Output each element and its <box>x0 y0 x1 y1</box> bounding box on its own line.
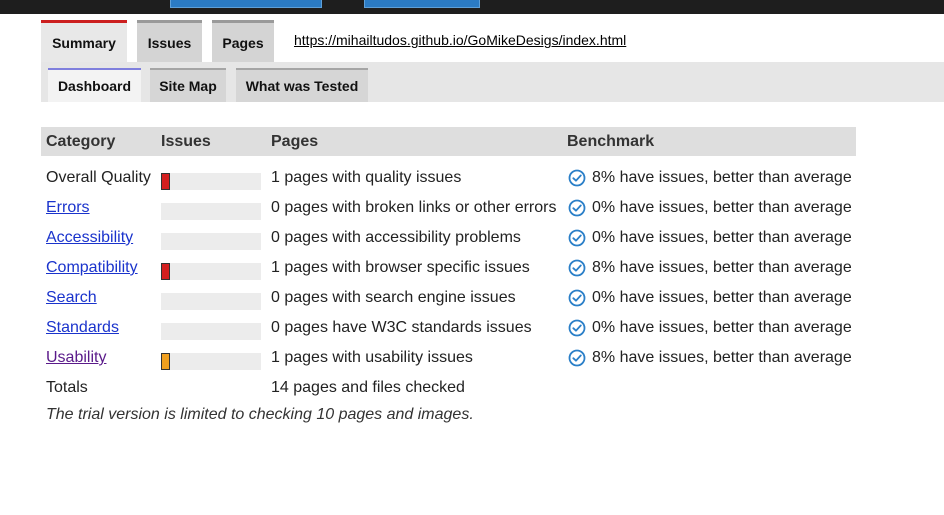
pages-summary: 1 pages with quality issues <box>271 169 462 186</box>
totals-pages: 14 pages and files checked <box>271 379 465 396</box>
header-pages: Pages <box>271 133 319 150</box>
issues-bar-fill <box>161 173 170 190</box>
pages-summary: 0 pages with broken links or other error… <box>271 199 557 216</box>
benchmark-cell: 0% have issues, better than average <box>568 319 852 337</box>
summary-table: Category Issues Pages Benchmark Overall … <box>41 127 856 436</box>
tab-site-map[interactable]: Site Map <box>150 68 226 102</box>
benchmark-cell: 8% have issues, better than average <box>568 169 852 187</box>
table-header: Category Issues Pages Benchmark <box>41 127 856 156</box>
trial-note: The trial version is limited to checking… <box>46 406 474 423</box>
table-row: Compatibility 1 pages with browser specif… <box>41 256 856 286</box>
category-link[interactable]: Errors <box>46 199 90 217</box>
issues-bar <box>161 233 261 250</box>
benchmark-text: 0% have issues, better than average <box>592 289 852 306</box>
pages-summary: 0 pages with accessibility problems <box>271 229 521 246</box>
benchmark-text: 0% have issues, better than average <box>592 319 852 336</box>
check-circle-icon <box>568 229 586 247</box>
toolbar-button-stub[interactable] <box>364 0 480 8</box>
check-circle-icon <box>568 319 586 337</box>
issues-bar-fill <box>161 263 170 280</box>
check-circle-icon <box>568 169 586 187</box>
table-row: Overall Quality 1 pages with quality issu… <box>41 166 856 196</box>
header-benchmark: Benchmark <box>567 133 655 150</box>
tab-summary[interactable]: Summary <box>41 20 127 62</box>
table-row: Accessibility 0 pages with accessibility … <box>41 226 856 256</box>
check-circle-icon <box>568 349 586 367</box>
header-category: Category <box>46 133 116 150</box>
benchmark-text: 8% have issues, better than average <box>592 349 852 366</box>
table-row: Errors 0 pages with broken links or other… <box>41 196 856 226</box>
category-link[interactable]: Compatibility <box>46 259 138 277</box>
header-issues: Issues <box>161 133 211 150</box>
pages-summary: 0 pages have W3C standards issues <box>271 319 532 336</box>
benchmark-text: 8% have issues, better than average <box>592 169 852 186</box>
issues-bar <box>161 263 261 280</box>
issues-bar <box>161 173 261 190</box>
category-link[interactable]: Standards <box>46 319 119 337</box>
category-link[interactable]: Accessibility <box>46 229 133 247</box>
issues-bar-fill <box>161 353 170 370</box>
issues-bar <box>161 353 261 370</box>
tab-dashboard[interactable]: Dashboard <box>48 68 141 102</box>
table-row: Usability 1 pages with usability issues 8%… <box>41 346 856 376</box>
pages-summary: 0 pages with search engine issues <box>271 289 516 306</box>
category-link[interactable]: Usability <box>46 349 106 367</box>
category-link[interactable]: Search <box>46 289 97 307</box>
table-row: Search 0 pages with search engine issues 0… <box>41 286 856 316</box>
toolbar-button-stub[interactable] <box>170 0 322 8</box>
top-toolbar <box>0 0 944 14</box>
benchmark-text: 8% have issues, better than average <box>592 259 852 276</box>
check-circle-icon <box>568 199 586 217</box>
tab-what-was-tested[interactable]: What was Tested <box>236 68 368 102</box>
pages-summary: 1 pages with browser specific issues <box>271 259 530 276</box>
benchmark-text: 0% have issues, better than average <box>592 229 852 246</box>
tab-issues[interactable]: Issues <box>137 20 202 62</box>
benchmark-cell: 0% have issues, better than average <box>568 289 852 307</box>
benchmark-cell: 0% have issues, better than average <box>568 199 852 217</box>
issues-bar <box>161 293 261 310</box>
trial-note-row: The trial version is limited to checking… <box>41 406 856 436</box>
issues-bar <box>161 203 261 220</box>
pages-summary: 1 pages with usability issues <box>271 349 473 366</box>
site-url-link[interactable]: https://mihailtudos.github.io/GoMikeDesi… <box>294 32 626 48</box>
issues-bar <box>161 323 261 340</box>
check-circle-icon <box>568 289 586 307</box>
table-row: Standards 0 pages have W3C standards issu… <box>41 316 856 346</box>
benchmark-text: 0% have issues, better than average <box>592 199 852 216</box>
check-circle-icon <box>568 259 586 277</box>
totals-label: Totals <box>46 379 88 396</box>
totals-row: Totals 14 pages and files checked <box>41 376 856 406</box>
benchmark-cell: 0% have issues, better than average <box>568 229 852 247</box>
benchmark-cell: 8% have issues, better than average <box>568 259 852 277</box>
benchmark-cell: 8% have issues, better than average <box>568 349 852 367</box>
tab-pages[interactable]: Pages <box>212 20 274 62</box>
category-label: Overall Quality <box>46 169 151 186</box>
